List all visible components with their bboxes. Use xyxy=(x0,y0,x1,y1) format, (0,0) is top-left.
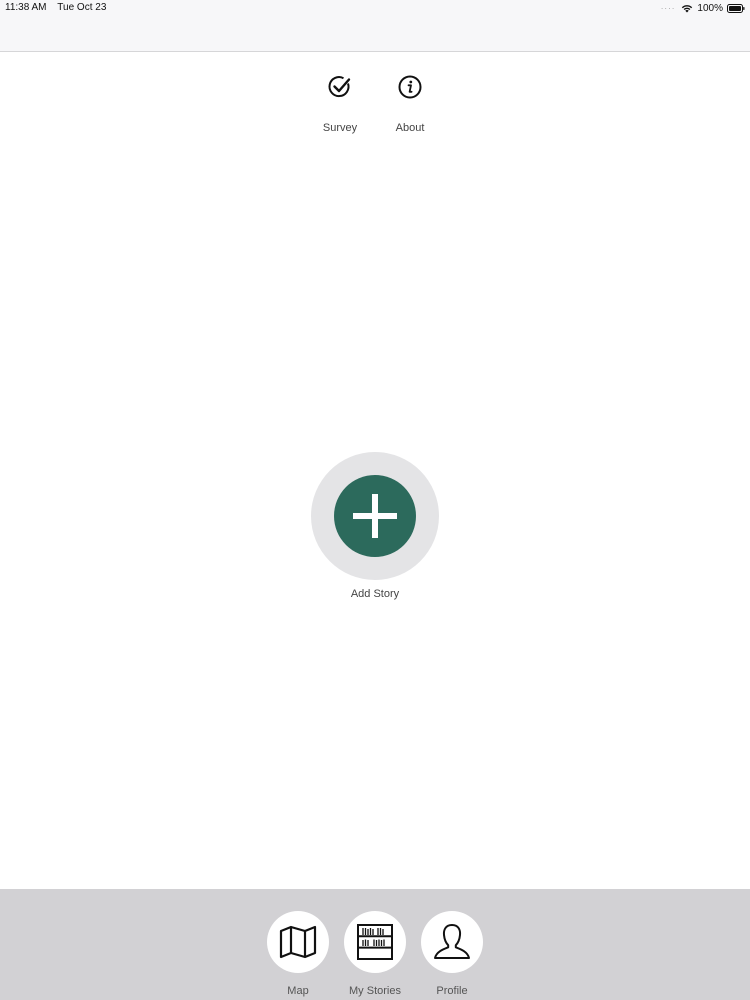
app-screen: 11:38 AM Tue Oct 23 ···· 100% Survey Abo… xyxy=(0,0,750,1000)
bookshelf-icon xyxy=(357,924,393,960)
about-button[interactable]: About xyxy=(390,70,430,134)
signal-dots: ···· xyxy=(660,3,676,13)
tab-profile[interactable]: Profile xyxy=(421,911,483,997)
survey-button[interactable]: Survey xyxy=(320,70,360,134)
status-left: 11:38 AM Tue Oct 23 xyxy=(5,2,106,13)
status-date: Tue Oct 23 xyxy=(57,2,107,13)
status-time: 11:38 AM xyxy=(5,2,47,13)
tab-my-stories-label: My Stories xyxy=(349,985,401,997)
check-circle-icon xyxy=(323,70,357,104)
tab-map[interactable]: Map xyxy=(267,911,329,997)
tab-profile-circle xyxy=(421,911,483,973)
battery-icon xyxy=(727,3,745,13)
info-circle-icon xyxy=(393,70,427,104)
tab-my-stories-circle xyxy=(344,911,406,973)
person-icon xyxy=(434,924,470,959)
battery-percent: 100% xyxy=(697,2,723,14)
tab-bar: Map My Stories Profile xyxy=(0,889,750,1000)
add-story-label: Add Story xyxy=(350,588,400,600)
about-label: About xyxy=(395,122,425,134)
plus-icon xyxy=(353,494,397,538)
tab-list: Map My Stories Profile xyxy=(0,911,750,997)
survey-label: Survey xyxy=(322,122,358,134)
add-story: Add Story xyxy=(311,452,439,600)
map-icon xyxy=(279,925,317,959)
add-button-circle xyxy=(334,475,416,557)
tab-map-circle xyxy=(267,911,329,973)
wifi-icon xyxy=(681,4,693,13)
top-actions: Survey About xyxy=(0,70,750,134)
status-right: ···· 100% xyxy=(661,2,745,14)
tab-profile-label: Profile xyxy=(436,985,468,997)
tab-my-stories[interactable]: My Stories xyxy=(344,911,406,997)
add-story-button[interactable] xyxy=(311,452,439,580)
tab-map-label: Map xyxy=(287,985,309,997)
top-bar: 11:38 AM Tue Oct 23 ···· 100% xyxy=(0,0,750,52)
